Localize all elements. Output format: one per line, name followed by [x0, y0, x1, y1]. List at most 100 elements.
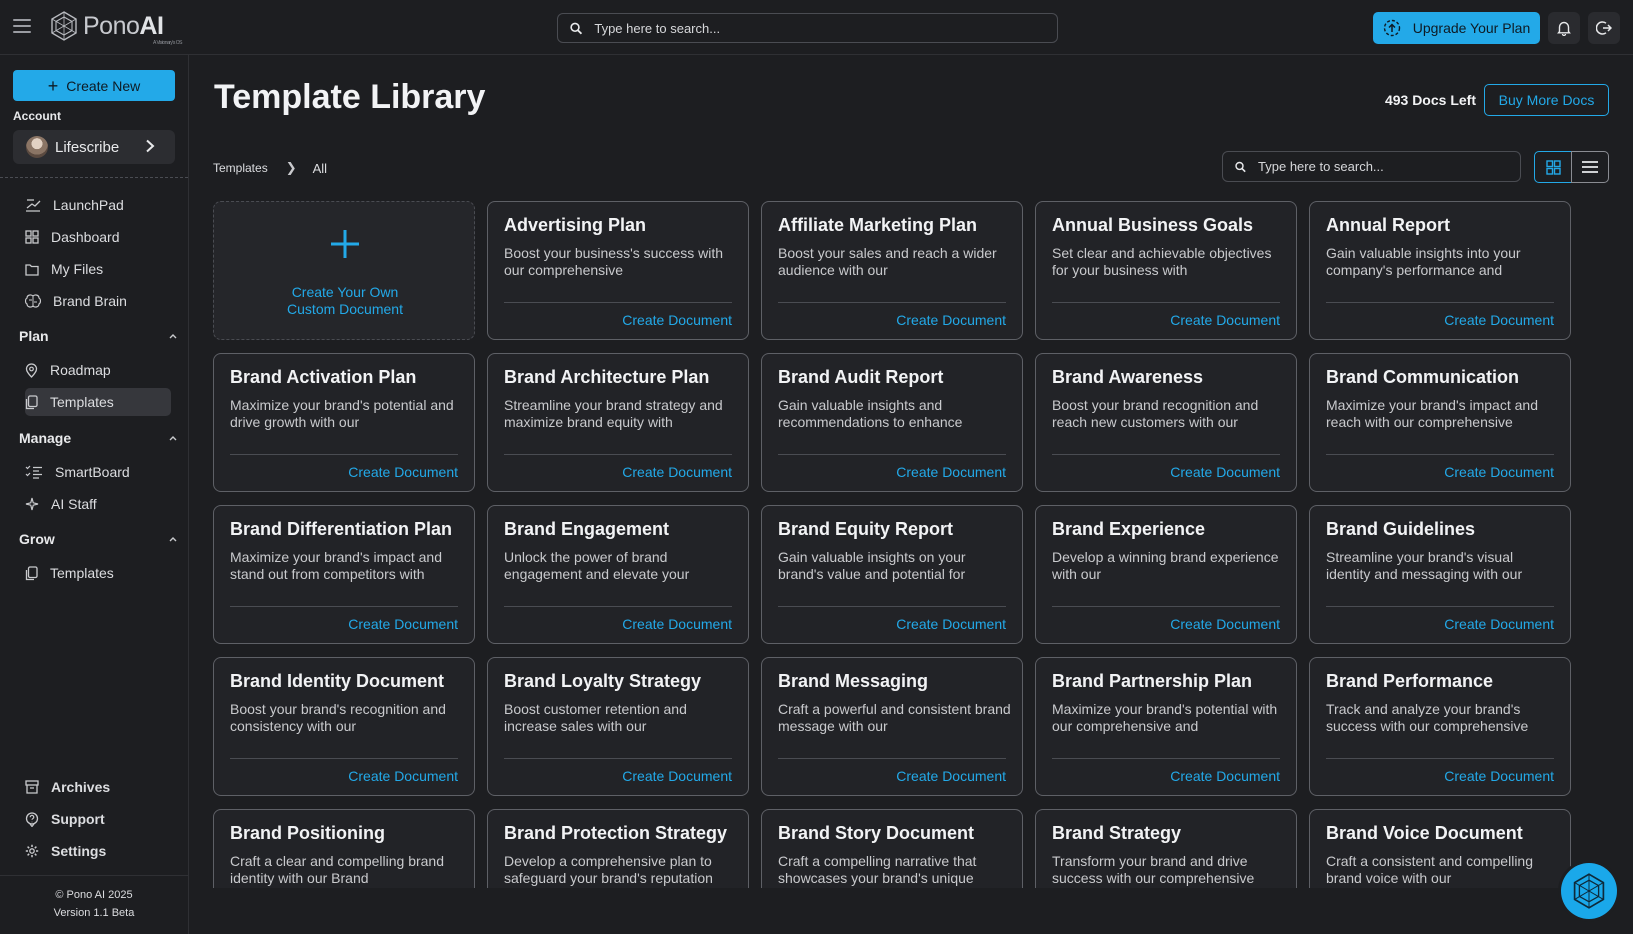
template-card[interactable]: Brand Audit Report Gain valuable insights… — [761, 353, 1023, 492]
account-label: Account — [13, 109, 61, 123]
create-document-link[interactable]: Create Document — [622, 768, 732, 784]
template-title: Annual Report — [1326, 215, 1450, 235]
create-document-link[interactable]: Create Document — [896, 616, 1006, 632]
section-title: Grow — [19, 531, 55, 547]
sidebar-item-my-files[interactable]: My Files — [25, 255, 171, 283]
create-document-link[interactable]: Create Document — [348, 616, 458, 632]
template-card[interactable]: Brand Engagement Unlock the power of bran… — [487, 505, 749, 644]
template-title: Brand Guidelines — [1326, 519, 1476, 539]
template-card[interactable]: Brand Architecture Plan Streamline your b… — [487, 353, 749, 492]
template-card[interactable]: Brand Identity Document Boost your brand'… — [213, 657, 475, 796]
create-document-link[interactable]: Create Document — [1170, 616, 1280, 632]
template-description: Track and analyze your brand's success w… — [1326, 701, 1529, 734]
section-plan-toggle[interactable]: Plan — [19, 328, 177, 344]
template-card[interactable]: Brand Positioning Craft a clear and compe… — [213, 809, 475, 888]
template-search[interactable] — [1222, 151, 1521, 182]
template-search-input[interactable] — [1258, 159, 1520, 174]
map-pin-icon — [25, 362, 38, 378]
template-card[interactable]: Annual Report Gain valuable insights into… — [1309, 201, 1571, 340]
template-card[interactable]: Brand Experience Develop a winning brand … — [1035, 505, 1297, 644]
template-description: Streamline your brand's visual identity … — [1326, 549, 1523, 582]
create-document-link[interactable]: Create Document — [1444, 312, 1554, 328]
menu-icon[interactable] — [13, 19, 31, 33]
create-new-button[interactable]: + Create New — [13, 70, 175, 101]
copyright-text: © Pono AI 2025 — [55, 889, 133, 901]
assistant-button[interactable] — [1561, 863, 1617, 919]
sidebar-item-settings[interactable]: Settings — [25, 837, 171, 865]
template-card[interactable]: Brand Guidelines Streamline your brand's … — [1309, 505, 1571, 644]
create-document-link[interactable]: Create Document — [896, 768, 1006, 784]
list-view-button[interactable] — [1571, 151, 1609, 183]
template-card[interactable]: Brand Communication Maximize your brand's… — [1309, 353, 1571, 492]
global-search-input[interactable] — [594, 20, 1057, 36]
logo[interactable]: PonoAI A Visionary's OS — [49, 11, 183, 46]
grid-view-button[interactable] — [1534, 151, 1572, 183]
template-card[interactable]: Annual Business Goals Set clear and achie… — [1035, 201, 1297, 340]
template-description: Craft a compelling narrative that showca… — [778, 853, 977, 886]
template-card[interactable]: Brand Loyalty Strategy Boost customer ret… — [487, 657, 749, 796]
template-card[interactable]: Brand Awareness Boost your brand recognit… — [1035, 353, 1297, 492]
create-document-link[interactable]: Create Document — [622, 312, 732, 328]
sidebar-item-dashboard[interactable]: Dashboard — [25, 223, 171, 251]
global-search[interactable] — [557, 13, 1058, 43]
notifications-button[interactable] — [1548, 12, 1580, 44]
create-document-link[interactable]: Create Document — [1444, 616, 1554, 632]
create-document-link[interactable]: Create Document — [1170, 768, 1280, 784]
template-card[interactable]: Advertising Plan Boost your business's su… — [487, 201, 749, 340]
section-manage-toggle[interactable]: Manage — [19, 430, 177, 446]
avatar — [26, 136, 48, 158]
template-card[interactable]: Affiliate Marketing Plan Boost your sales… — [761, 201, 1023, 340]
sidebar-item-roadmap[interactable]: Roadmap — [25, 356, 171, 384]
sidebar-item-smartboard[interactable]: SmartBoard — [25, 458, 171, 486]
card-divider — [1326, 302, 1554, 303]
create-document-link[interactable]: Create Document — [896, 312, 1006, 328]
section-title: Manage — [19, 430, 72, 446]
template-description: Maximize your brand's potential and driv… — [230, 397, 454, 430]
docs-left-count: 493 Docs Left — [1384, 92, 1476, 108]
breadcrumb-templates[interactable]: Templates — [213, 161, 268, 175]
sidebar-item-archives[interactable]: Archives — [25, 773, 171, 801]
template-card[interactable]: Brand Partnership Plan Maximize your bran… — [1035, 657, 1297, 796]
section-grow-toggle[interactable]: Grow — [19, 531, 177, 547]
create-document-link[interactable]: Create Document — [1170, 312, 1280, 328]
account-name: Lifescribe — [55, 138, 120, 156]
sidebar-item-brand-brain[interactable]: Brand Brain — [25, 287, 171, 315]
sidebar-item-templates-plan[interactable]: Templates — [25, 388, 171, 416]
create-document-link[interactable]: Create Document — [896, 464, 1006, 480]
sidebar-item-ai-staff[interactable]: AI Staff — [25, 490, 171, 518]
template-card[interactable]: Brand Differentiation Plan Maximize your … — [213, 505, 475, 644]
create-document-link[interactable]: Create Document — [1444, 464, 1554, 480]
upgrade-plan-button[interactable]: Upgrade Your Plan — [1373, 12, 1540, 44]
template-card[interactable]: Brand Messaging Craft a powerful and cons… — [761, 657, 1023, 796]
template-card[interactable]: Brand Activation Plan Maximize your brand… — [213, 353, 475, 492]
template-card[interactable]: Brand Protection Strategy Develop a compr… — [487, 809, 749, 888]
create-document-link[interactable]: Create Document — [1444, 768, 1554, 784]
logout-button[interactable] — [1588, 12, 1620, 44]
template-card[interactable]: Brand Voice Document Craft a consistent a… — [1309, 809, 1571, 888]
create-document-link[interactable]: Create Document — [1170, 464, 1280, 480]
buy-more-docs-button[interactable]: Buy More Docs — [1484, 84, 1609, 116]
template-card[interactable]: Brand Strategy Transform your brand and d… — [1035, 809, 1297, 888]
template-card[interactable]: Brand Performance Track and analyze your … — [1309, 657, 1571, 796]
account-switcher[interactable]: Lifescribe — [13, 130, 175, 164]
create-document-link[interactable]: Create Document — [348, 464, 458, 480]
template-description: Maximize your brand's impact and stand o… — [230, 549, 442, 582]
create-document-link[interactable]: Create Document — [348, 768, 458, 784]
create-document-link[interactable]: Create Document — [622, 464, 732, 480]
create-document-link[interactable]: Create Document — [622, 616, 732, 632]
template-title: Brand Activation Plan — [230, 367, 417, 387]
templates-icon — [25, 565, 38, 580]
upgrade-icon — [1383, 19, 1400, 37]
card-divider — [504, 302, 732, 303]
chevron-right-icon: ❯ — [285, 160, 297, 175]
sidebar-footer-divider — [0, 875, 188, 876]
template-description: Set clear and achievable objectives for … — [1052, 245, 1272, 278]
sidebar-item-templates-grow[interactable]: Templates — [25, 559, 171, 587]
template-card[interactable]: Brand Equity Report Gain valuable insight… — [761, 505, 1023, 644]
template-description: Develop a winning brand experience with … — [1052, 549, 1279, 582]
create-custom-document-card[interactable]: Create Your Own Custom Document — [213, 201, 475, 340]
sidebar-item-support[interactable]: Support — [25, 805, 171, 833]
sidebar-item-launchpad[interactable]: LaunchPad — [25, 191, 171, 219]
template-card[interactable]: Brand Story Document Craft a compelling n… — [761, 809, 1023, 888]
card-divider — [778, 302, 1006, 303]
